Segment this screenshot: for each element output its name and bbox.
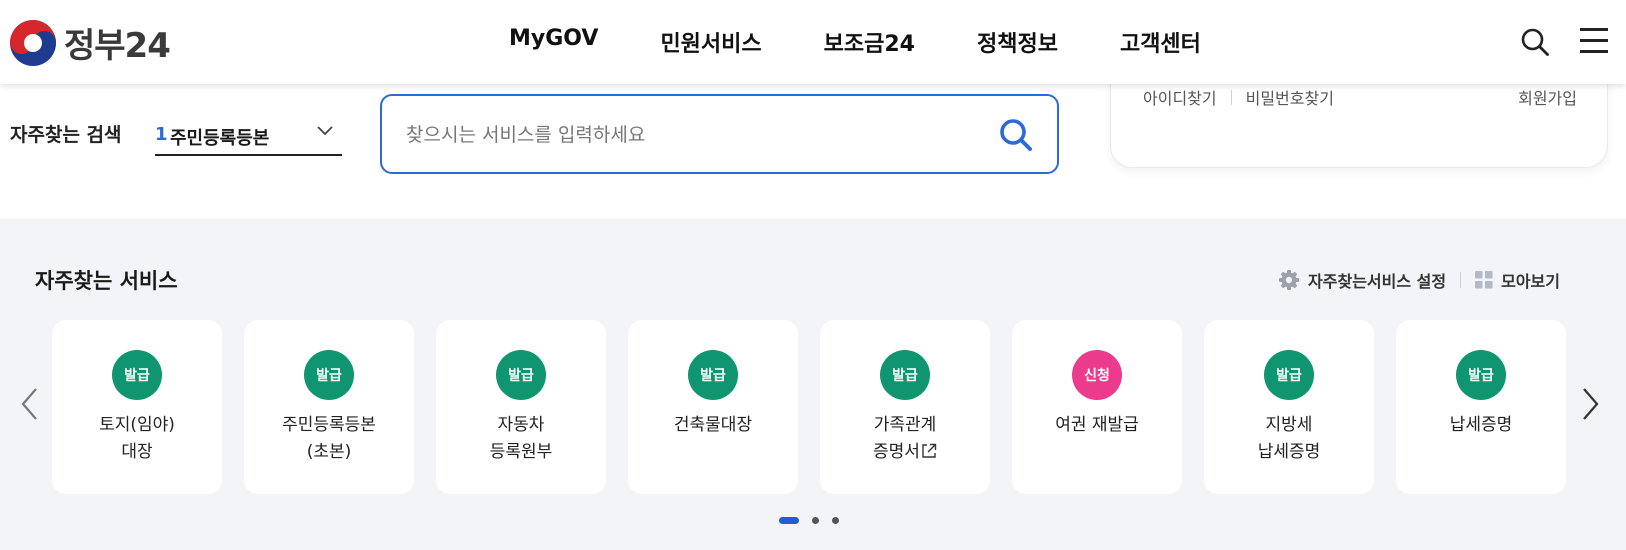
carousel-prev-button[interactable] (20, 387, 40, 421)
grid-icon (1475, 271, 1493, 289)
join-link[interactable]: 회원가입 (1518, 85, 1577, 109)
view-all-button[interactable]: 모아보기 (1475, 268, 1560, 292)
external-link-icon (922, 443, 937, 458)
service-card[interactable]: 신청 여권 재발급 (1012, 320, 1182, 494)
hamburger-menu-icon[interactable] (1580, 28, 1608, 54)
carousel-pagination (779, 517, 839, 524)
carousel-dot-3[interactable] (832, 517, 839, 524)
main-nav: MyGOV 민원서비스 보조금24 정책정보 고객센터 (509, 26, 1201, 58)
service-card[interactable]: 발급 주민등록등본 (초본) (244, 320, 414, 494)
service-name-line2: 등록원부 (489, 442, 553, 462)
main-search-box (380, 94, 1059, 174)
issue-badge: 발급 (1456, 350, 1506, 400)
service-name-line1: 건축물대장 (673, 415, 753, 435)
carousel-dot-1[interactable] (779, 517, 799, 524)
service-name-line1: 주민등록등본 (282, 415, 376, 435)
service-name-line1: 토지(임야) (99, 415, 175, 435)
service-name-line1: 납세증명 (1449, 415, 1513, 435)
service-card-label: 자동차 등록원부 (436, 412, 606, 466)
frequent-search-select[interactable]: 1 주민등록등본 (155, 116, 342, 156)
nav-item-subsidy24[interactable]: 보조금24 (824, 26, 915, 58)
chevron-left-icon (21, 388, 37, 420)
service-card-label: 납세증명 (1396, 412, 1566, 439)
service-card-label: 가족관계 증명서 (820, 412, 990, 466)
service-card[interactable]: 발급 가족관계 증명서 (820, 320, 990, 494)
service-name-line2: 대장 (121, 442, 153, 462)
carousel-dot-2[interactable] (812, 517, 819, 524)
gear-icon (1279, 270, 1300, 290)
issue-badge: 발급 (688, 350, 738, 400)
service-card[interactable]: 발급 자동차 등록원부 (436, 320, 606, 494)
frequent-search-value: 주민등록등본 (170, 128, 270, 149)
service-card-label: 토지(임야) 대장 (52, 412, 222, 466)
settings-label: 자주찾는서비스 설정 (1308, 272, 1447, 291)
find-password-link[interactable]: 비밀번호찾기 (1246, 85, 1334, 109)
nav-item-policy-info[interactable]: 정책정보 (977, 26, 1058, 58)
service-card-list: 발급 토지(임야) 대장 발급 주민등록등본 (초본) 발급 자동차 등록원부 … (52, 320, 1566, 494)
service-card[interactable]: 발급 지방세 납세증명 (1204, 320, 1374, 494)
find-id-link[interactable]: 아이디찾기 (1143, 85, 1217, 109)
site-header: 정부24 MyGOV 민원서비스 보조금24 정책정보 고객센터 (0, 0, 1626, 84)
issue-badge: 발급 (880, 350, 930, 400)
nav-item-customer-center[interactable]: 고객센터 (1120, 26, 1201, 58)
section-tools: 자주찾는서비스 설정 모아보기 (1278, 268, 1560, 292)
service-name-line1: 지방세 (1265, 415, 1313, 435)
service-card[interactable]: 발급 납세증명 (1396, 320, 1566, 494)
service-name-line2: (초본) (306, 442, 352, 462)
service-card[interactable]: 발급 토지(임야) 대장 (52, 320, 222, 494)
service-name-line1: 가족관계 (873, 415, 937, 435)
frequent-search-label: 자주찾는 검색 (10, 124, 122, 146)
service-card-label: 건축물대장 (628, 412, 798, 439)
service-card[interactable]: 발급 건축물대장 (628, 320, 798, 494)
search-icon[interactable] (1520, 27, 1550, 57)
service-card-label: 지방세 납세증명 (1204, 412, 1374, 466)
service-card-label: 주민등록등본 (초본) (244, 412, 414, 466)
service-name-line2: 납세증명 (1257, 442, 1321, 462)
search-icon (1000, 119, 1032, 151)
issue-badge: 발급 (304, 350, 354, 400)
issue-badge: 발급 (112, 350, 162, 400)
chevron-right-icon (1583, 388, 1599, 420)
logo-text: 정부24 (64, 26, 171, 66)
frequent-services-section: 자주찾는 서비스 자주찾는서비스 설정 모아보기 발급 토지(임야) 대장 발급… (0, 219, 1626, 550)
nav-item-civil-service[interactable]: 민원서비스 (660, 26, 761, 58)
divider (1230, 89, 1232, 105)
issue-badge: 발급 (1264, 350, 1314, 400)
taegeuk-logo-icon (10, 19, 56, 66)
frequent-service-settings-button[interactable]: 자주찾는서비스 설정 (1278, 268, 1446, 292)
apply-badge: 신청 (1072, 350, 1122, 400)
section-title: 자주찾는 서비스 (35, 269, 178, 293)
search-input[interactable] (406, 118, 966, 152)
service-name-line2: 증명서 (873, 442, 920, 462)
search-submit-button[interactable] (997, 116, 1035, 154)
frequent-search-rank: 1 (155, 124, 168, 145)
view-all-label: 모아보기 (1501, 272, 1560, 291)
service-name-line1: 여권 재발급 (1055, 415, 1139, 435)
carousel-next-button[interactable] (1580, 387, 1600, 421)
divider (1460, 272, 1462, 288)
service-card-label: 여권 재발급 (1012, 412, 1182, 439)
issue-badge: 발급 (496, 350, 546, 400)
gov24-logo[interactable]: 정부24 (10, 18, 171, 67)
nav-item-mygov[interactable]: MyGOV (509, 26, 598, 58)
chevron-down-icon (317, 126, 333, 136)
account-links: 아이디찾기 비밀번호찾기 (1143, 85, 1334, 109)
service-name-line1: 자동차 (497, 415, 545, 435)
